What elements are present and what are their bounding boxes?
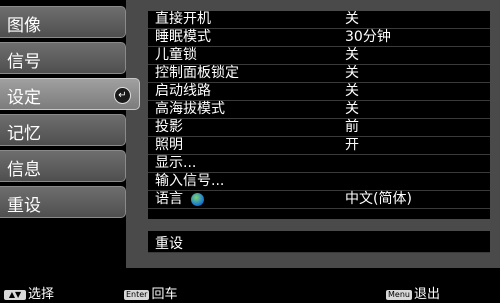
- tab-image-label: 图像: [7, 16, 41, 36]
- tab-info-label: 信息: [7, 160, 41, 180]
- menu-row-high-altitude[interactable]: 高海拔模式 关: [148, 101, 490, 119]
- tab-reset-label: 重设: [7, 196, 41, 216]
- menu-key-icon: Menu: [386, 289, 412, 300]
- menu-row-control-panel-lock[interactable]: 控制面板锁定 关: [148, 65, 490, 83]
- row-label: 显示...: [155, 155, 197, 171]
- globe-icon: [191, 192, 204, 206]
- row-value: 30分钟: [345, 29, 391, 45]
- row-value: 开: [345, 137, 359, 153]
- settings-sidebar: 图像 信号 设定 ↵ 记忆 信息 重设: [0, 0, 140, 286]
- tab-settings-label: 设定: [7, 88, 41, 108]
- row-label: 高海拔模式: [155, 101, 225, 117]
- up-down-arrows-icon: ▲▼: [4, 289, 26, 300]
- row-label: 照明: [155, 137, 183, 153]
- row-label: 投影: [155, 119, 183, 135]
- row-label: 输入信号...: [155, 173, 225, 189]
- menu-row-language[interactable]: 语言 中文(简体): [148, 191, 490, 209]
- footer-menu: Menu 退出: [386, 286, 440, 303]
- row-label: 睡眠模式: [155, 29, 211, 45]
- row-label: 启动线路: [155, 83, 211, 99]
- tab-settings[interactable]: 设定 ↵: [0, 78, 140, 110]
- tab-memory[interactable]: 记忆: [0, 114, 126, 146]
- row-label: 语言: [155, 191, 183, 207]
- footer-select: ▲▼ 选择: [4, 286, 54, 303]
- row-value: 中文(简体): [345, 191, 412, 207]
- reset-label: 重设: [155, 236, 183, 252]
- row-value: 关: [345, 101, 359, 117]
- row-value: 关: [345, 47, 359, 63]
- tab-info[interactable]: 信息: [0, 150, 126, 182]
- tab-signal[interactable]: 信号: [0, 42, 126, 74]
- tab-signal-label: 信号: [7, 52, 41, 72]
- row-label: 控制面板锁定: [155, 65, 239, 81]
- settings-menu: 直接开机 关 睡眠模式 30分钟 儿童锁 关 控制面板锁定 关 启动线路 关 高…: [148, 11, 490, 219]
- menu-row-direct-power-on[interactable]: 直接开机 关: [148, 11, 490, 29]
- row-value: 关: [345, 11, 359, 27]
- row-value: 关: [345, 65, 359, 81]
- footer-enter: Enter 回车: [124, 286, 178, 303]
- row-label-wrap: 语言: [155, 191, 204, 208]
- footer-enter-label: 回车: [151, 287, 178, 302]
- enter-key-icon: Enter: [124, 289, 150, 300]
- row-label: 儿童锁: [155, 47, 197, 63]
- tab-memory-label: 记忆: [7, 124, 41, 144]
- enter-icon: ↵: [114, 87, 131, 104]
- menu-row-illumination[interactable]: 照明 开: [148, 137, 490, 155]
- footer-select-label: 选择: [28, 287, 55, 302]
- menu-row-input-signal[interactable]: 输入信号...: [148, 173, 490, 191]
- menu-row-projection[interactable]: 投影 前: [148, 119, 490, 137]
- footer-menu-label: 退出: [413, 287, 440, 302]
- tab-reset[interactable]: 重设: [0, 186, 126, 218]
- reset-button[interactable]: 重设: [148, 231, 490, 253]
- row-label: 直接开机: [155, 11, 211, 27]
- menu-row-display[interactable]: 显示...: [148, 155, 490, 173]
- tab-image[interactable]: 图像: [0, 6, 126, 38]
- menu-row-child-lock[interactable]: 儿童锁 关: [148, 47, 490, 65]
- menu-row-sleep-mode[interactable]: 睡眠模式 30分钟: [148, 29, 490, 47]
- menu-row-startup-line[interactable]: 启动线路 关: [148, 83, 490, 101]
- row-value: 关: [345, 83, 359, 99]
- row-value: 前: [345, 119, 359, 135]
- footer-help-bar: ▲▼ 选择 Enter 回车 Menu 退出: [0, 286, 500, 303]
